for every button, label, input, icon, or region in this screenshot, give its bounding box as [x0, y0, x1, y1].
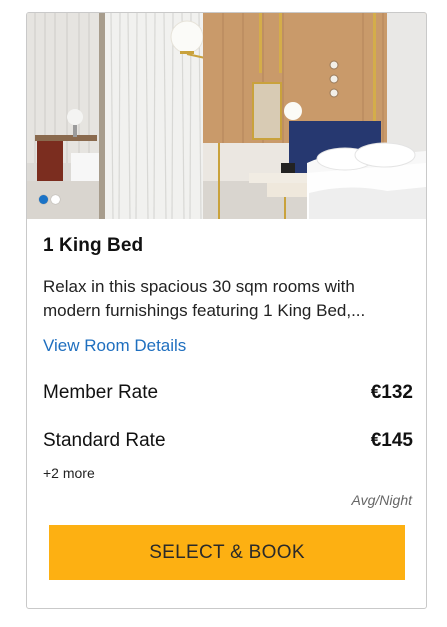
room-title: 1 King Bed	[43, 235, 144, 256]
view-room-details-link[interactable]: View Room Details	[43, 336, 186, 356]
room-card: 1 King Bed Relax in this spacious 30 sqm…	[26, 12, 427, 609]
carousel-dot[interactable]	[51, 195, 60, 204]
rate-label: Standard Rate	[43, 430, 166, 451]
rate-row-standard[interactable]: Standard Rate €145	[43, 430, 413, 452]
rate-label: Member Rate	[43, 382, 159, 403]
price-unit-label: Avg/Night	[351, 492, 412, 508]
more-rates-link[interactable]: +2 more	[43, 465, 95, 481]
room-photo-carousel[interactable]	[27, 13, 426, 219]
carousel-dot-active[interactable]	[39, 195, 48, 204]
room-description: Relax in this spacious 30 sqm rooms with…	[43, 277, 366, 320]
rate-row-member[interactable]: Member Rate €132	[43, 382, 413, 404]
rate-price: €132	[370, 382, 413, 403]
select-and-book-button[interactable]: SELECT & BOOK	[49, 525, 405, 580]
rate-price: €145	[370, 430, 413, 451]
carousel-dots[interactable]	[39, 195, 60, 204]
room-photo	[27, 13, 426, 219]
